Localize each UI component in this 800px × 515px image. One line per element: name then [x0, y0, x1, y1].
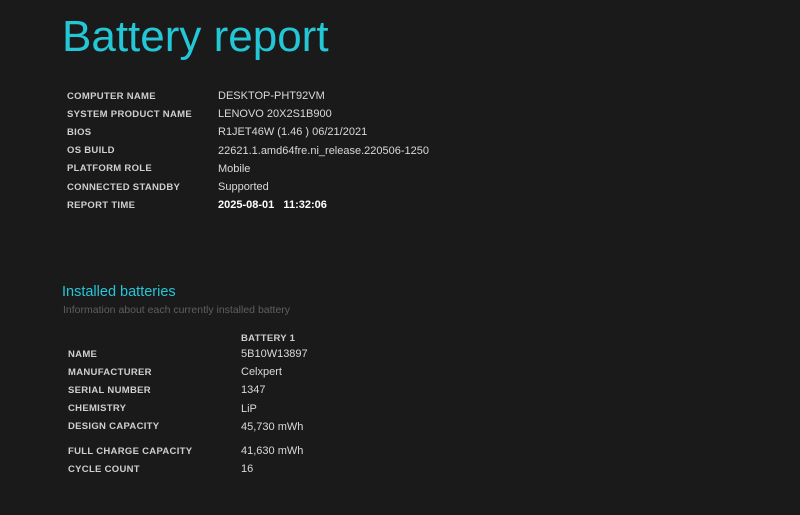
battery-info-row: FULL CHARGE CAPACITY 41,630 mWh [68, 442, 308, 460]
installed-batteries-subtitle: Information about each currently install… [63, 304, 291, 316]
system-info-row: PLATFORM ROLE Mobile [67, 160, 429, 178]
serial-number-label: SERIAL NUMBER [68, 384, 151, 396]
system-info-row: REPORT TIME 2025-08-01 11:32:06 [67, 196, 429, 214]
computer-name-label: COMPUTER NAME [67, 90, 156, 102]
battery-info-row: DESIGN CAPACITY 45,730 mWh [68, 418, 308, 436]
os-build-label: OS BUILD [67, 145, 115, 157]
battery-info-row: NAME 5B10W13897 [68, 345, 308, 363]
battery-name-label: NAME [68, 348, 98, 360]
computer-name-value: DESKTOP-PHT92VM [218, 90, 325, 103]
battery-info-table: NAME 5B10W13897 MANUFACTURER Celxpert SE… [68, 345, 308, 478]
report-time-value: 2025-08-01 11:32:06 [218, 199, 327, 212]
bios-value: R1JET46W (1.46 ) 06/21/2021 [218, 126, 368, 139]
system-info-table: COMPUTER NAME DESKTOP-PHT92VM SYSTEM PRO… [67, 87, 429, 214]
design-capacity-value: 45,730 mWh [241, 420, 304, 433]
chemistry-value: LiP [241, 402, 257, 415]
battery-info-row: SERIAL NUMBER 1347 [68, 381, 308, 399]
cycle-count-label: CYCLE COUNT [68, 463, 140, 475]
battery-name-value: 5B10W13897 [241, 348, 308, 361]
bios-label: BIOS [67, 126, 92, 138]
system-info-row: CONNECTED STANDBY Supported [67, 178, 429, 196]
full-charge-capacity-label: FULL CHARGE CAPACITY [68, 445, 193, 457]
chemistry-label: CHEMISTRY [68, 403, 127, 415]
serial-number-value: 1347 [241, 384, 266, 397]
system-info-row: BIOS R1JET46W (1.46 ) 06/21/2021 [67, 123, 429, 141]
system-product-name-value: LENOVO 20X2S1B900 [218, 108, 332, 121]
platform-role-value: Mobile [218, 162, 251, 175]
manufacturer-label: MANUFACTURER [68, 366, 152, 378]
system-info-row: COMPUTER NAME DESKTOP-PHT92VM [67, 87, 429, 105]
manufacturer-value: Celxpert [241, 366, 282, 379]
os-build-value: 22621.1.amd64fre.ni_release.220506-1250 [218, 144, 429, 157]
connected-standby-label: CONNECTED STANDBY [67, 181, 181, 193]
battery-info-row: CHEMISTRY LiP [68, 400, 308, 418]
battery-info-row: CYCLE COUNT 16 [68, 460, 308, 478]
battery-1-column-header: BATTERY 1 [241, 333, 296, 344]
cycle-count-value: 16 [241, 463, 254, 476]
battery-info-row: MANUFACTURER Celxpert [68, 363, 308, 381]
page-title: Battery report [62, 12, 329, 61]
system-info-row: OS BUILD 22621.1.amd64fre.ni_release.220… [67, 142, 429, 160]
system-info-row: SYSTEM PRODUCT NAME LENOVO 20X2S1B900 [67, 105, 429, 123]
installed-batteries-heading: Installed batteries [62, 284, 176, 300]
platform-role-label: PLATFORM ROLE [67, 163, 152, 175]
system-product-name-label: SYSTEM PRODUCT NAME [67, 108, 192, 120]
connected-standby-value: Supported [218, 181, 269, 194]
design-capacity-label: DESIGN CAPACITY [68, 421, 160, 433]
battery-report-page: Battery report COMPUTER NAME DESKTOP-PHT… [0, 0, 800, 515]
report-time-label: REPORT TIME [67, 199, 136, 211]
full-charge-capacity-value: 41,630 mWh [241, 445, 304, 458]
